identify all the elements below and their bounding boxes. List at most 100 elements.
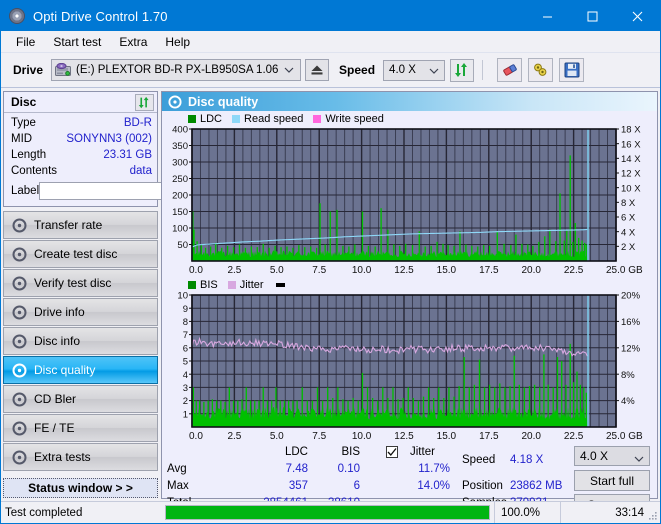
- start-full-button[interactable]: Start full: [574, 470, 650, 491]
- disc-quality-icon: [168, 94, 182, 109]
- menu-start-test[interactable]: Start test: [44, 33, 110, 51]
- disc-row-type: Type BD-R: [11, 115, 152, 131]
- legend-label-jitter: Jitter: [239, 279, 264, 291]
- stats-row-max-label: Max: [167, 480, 189, 492]
- chart1-legend: LDC Read speed Write speed: [162, 111, 657, 125]
- menu-file-label: File: [16, 34, 36, 49]
- disc-row-mid: MID SONYNN3 (002): [11, 131, 152, 147]
- legend-label-write-speed: Write speed: [325, 112, 384, 125]
- svg-text:25.0 GB: 25.0 GB: [606, 431, 643, 442]
- minimize-icon[interactable]: [525, 1, 570, 31]
- drive-value: (E:) PLEXTOR BD-R PX-LB950SA 1.06: [76, 64, 279, 76]
- disc-label-row: Label: [11, 180, 242, 202]
- disc-refresh-button[interactable]: [135, 93, 154, 111]
- sidebar-item-label: CD Bler: [34, 392, 77, 406]
- stats-max-bis: 6: [353, 480, 360, 492]
- progress-bar-fill: [166, 506, 489, 519]
- stats-speed-value: 4.18 X: [510, 454, 544, 466]
- tools-button[interactable]: [528, 58, 554, 82]
- main-body: Disc Type BD-R MID SONYNN3 (002) Length …: [1, 89, 660, 515]
- chevron-down-icon: [284, 65, 294, 77]
- menu-help[interactable]: Help: [156, 33, 199, 51]
- window-controls: [525, 1, 660, 31]
- refresh-button[interactable]: [450, 58, 475, 82]
- disc-panel-header: Disc: [4, 92, 157, 113]
- sidebar-item-disc-info[interactable]: Disc info: [3, 327, 158, 355]
- disc-icon: [12, 218, 27, 233]
- disc-row-mid-key: MID: [11, 133, 33, 145]
- disc-info-rows: Type BD-R MID SONYNN3 (002) Length 23.31…: [4, 113, 242, 206]
- content-panel: Disc quality LDC Read speed Write speed …: [161, 91, 658, 515]
- stats-position-value: 23862 MB: [510, 480, 563, 492]
- disc-icon: [12, 305, 27, 320]
- disc-row-contents-value: data: [129, 165, 152, 177]
- svg-text:0.0: 0.0: [189, 431, 203, 442]
- chart-bis-jitter: 1 2 3 4 5 6 7 8 9 10 4% 8% 12% 16% 20% 0.0 2.5 5.0 7.5 10.0…: [162, 291, 657, 443]
- menu-file[interactable]: File: [7, 33, 44, 51]
- svg-text:200: 200: [172, 191, 188, 202]
- nav-list: Transfer rate Create test disc Verify te…: [3, 211, 158, 471]
- svg-text:10.0: 10.0: [352, 431, 372, 442]
- sidebar-item-drive-info[interactable]: Drive info: [3, 298, 158, 326]
- svg-text:2: 2: [183, 396, 188, 407]
- svg-text:7.5: 7.5: [312, 265, 326, 276]
- elapsed-time: 33:14: [560, 501, 660, 523]
- chart2-legend: BIS Jitter: [162, 277, 657, 291]
- sidebar-item-transfer-rate[interactable]: Transfer rate: [3, 211, 158, 239]
- svg-text:350: 350: [172, 141, 188, 152]
- svg-text:0.0: 0.0: [189, 265, 203, 276]
- svg-text:4 X: 4 X: [621, 227, 636, 238]
- stats-position-label: Position: [462, 480, 503, 492]
- svg-text:7: 7: [183, 330, 188, 341]
- svg-text:12.5: 12.5: [394, 431, 414, 442]
- disc-icon: [12, 392, 27, 407]
- disc-icon: [12, 450, 27, 465]
- svg-text:22.5: 22.5: [564, 431, 584, 442]
- svg-text:12.5: 12.5: [394, 265, 414, 276]
- svg-text:12 X: 12 X: [621, 169, 641, 180]
- svg-text:5.0: 5.0: [270, 265, 284, 276]
- speed-value: 4.0 X: [389, 64, 416, 76]
- sidebar-item-cd-bler[interactable]: CD Bler: [3, 385, 158, 413]
- menu-help-label: Help: [165, 34, 191, 49]
- svg-text:250: 250: [172, 174, 188, 185]
- svg-text:16%: 16%: [621, 317, 641, 328]
- status-window-button[interactable]: Status window > >: [3, 478, 158, 498]
- sidebar-item-label: Transfer rate: [34, 218, 103, 232]
- sidebar-item-disc-quality[interactable]: Disc quality: [3, 356, 158, 384]
- disc-icon: [12, 363, 27, 378]
- disc-row-mid-value: SONYNN3 (002): [66, 133, 152, 145]
- sidebar-item-verify-test-disc[interactable]: Verify test disc: [3, 269, 158, 297]
- disc-row-length-value: 23.31 GB: [103, 149, 152, 161]
- erase-button[interactable]: [497, 58, 523, 82]
- legend-label-read-speed: Read speed: [244, 112, 304, 125]
- sidebar-item-extra-tests[interactable]: Extra tests: [3, 443, 158, 471]
- eject-button[interactable]: [305, 59, 330, 81]
- svg-text:15.0: 15.0: [437, 431, 457, 442]
- sidebar: Disc Type BD-R MID SONYNN3 (002) Length …: [3, 91, 242, 499]
- sidebar-item-fe-te[interactable]: FE / TE: [3, 414, 158, 442]
- stats-col-bis: BIS: [341, 446, 360, 458]
- drive-select[interactable]: (E:) PLEXTOR BD-R PX-LB950SA 1.06: [51, 59, 302, 81]
- app-disc-icon: [9, 8, 25, 24]
- sidebar-item-create-test-disc[interactable]: Create test disc: [3, 240, 158, 268]
- jitter-checkbox[interactable]: [386, 446, 398, 458]
- speed-select[interactable]: 4.0 X: [383, 59, 446, 81]
- drive-label: Drive: [13, 63, 44, 77]
- maximize-icon[interactable]: [570, 1, 615, 31]
- close-icon[interactable]: [615, 1, 660, 31]
- toolbar: Drive (E:) PLEXTOR BD-R PX-LB950SA 1.06: [1, 53, 660, 88]
- sidebar-item-label: Create test disc: [34, 247, 118, 261]
- start-full-label: Start full: [589, 473, 634, 488]
- resize-grip[interactable]: [648, 511, 658, 521]
- svg-text:400: 400: [172, 125, 188, 136]
- save-button[interactable]: [559, 58, 585, 82]
- menu-extra[interactable]: Extra: [110, 33, 156, 51]
- svg-text:12%: 12%: [621, 343, 641, 354]
- svg-text:17.5: 17.5: [479, 265, 499, 276]
- svg-text:4: 4: [183, 370, 188, 381]
- test-speed-select[interactable]: 4.0 X: [574, 446, 650, 466]
- window-title: Opti Drive Control 1.70: [33, 8, 168, 24]
- legend-swatch-read-speed: [232, 114, 241, 123]
- disc-row-type-value: BD-R: [123, 117, 152, 129]
